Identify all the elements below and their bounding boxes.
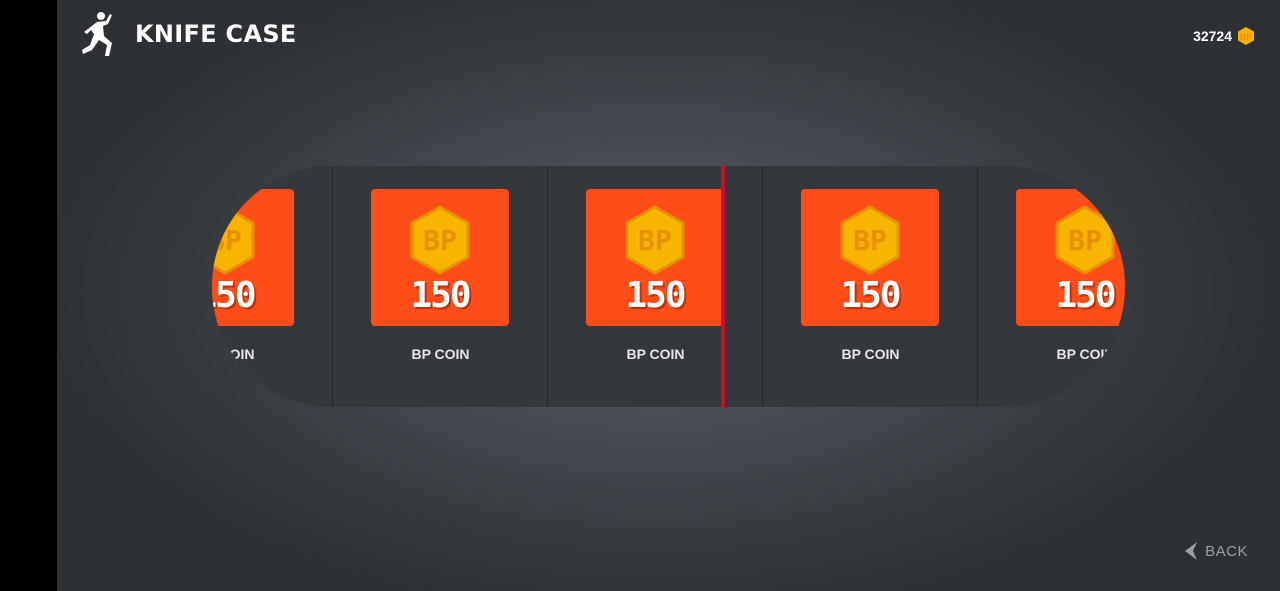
item-label: BP COIN [212, 346, 255, 362]
item-tile: BP 150 [801, 189, 939, 326]
item-label: BP COIN [1056, 346, 1115, 362]
reel-item: BP 150 BP COIN [333, 166, 548, 407]
left-black-bar [0, 0, 57, 591]
bp-coin-icon: BP [212, 205, 255, 275]
back-label: BACK [1205, 542, 1248, 560]
item-amount: 150 [840, 275, 901, 316]
currency-balance: 32724 BP [1193, 26, 1256, 46]
reel-item: BP 150 BP COIN [763, 166, 978, 407]
item-tile: BP 150 [212, 189, 294, 326]
item-amount: 150 [625, 275, 686, 316]
svg-text:BP: BP [212, 224, 242, 257]
item-tile: BP 150 [586, 189, 724, 326]
currency-amount: 32724 [1193, 28, 1232, 44]
game-screen: KNIFE CASE 32724 BP BP 150 BP COIN [57, 0, 1280, 591]
svg-text:BP: BP [853, 224, 887, 257]
bp-coin-icon: BP [840, 205, 900, 275]
svg-text:BP: BP [638, 224, 672, 257]
back-arrow-icon [1185, 542, 1198, 560]
back-button[interactable]: BACK [1183, 541, 1248, 561]
bp-coin-icon: BP [1238, 27, 1254, 45]
item-label: BP COIN [626, 346, 685, 362]
reel-item: BP 150 BP COIN [212, 166, 333, 407]
item-amount: 150 [410, 275, 471, 316]
reel-item: BP 150 BP COIN [978, 166, 1125, 407]
running-player-icon [82, 12, 112, 56]
bp-coin-icon: BP [625, 205, 685, 275]
item-tile: BP 150 [371, 189, 509, 326]
svg-text:BP: BP [423, 224, 457, 257]
item-amount: 150 [212, 275, 257, 316]
reel-track: BP 150 BP COIN BP 150 BP COIN [212, 166, 1125, 407]
reel-item: BP 150 BP COIN [548, 166, 763, 407]
item-label: BP COIN [841, 346, 900, 362]
svg-text:BP: BP [1068, 224, 1102, 257]
case-reel: BP 150 BP COIN BP 150 BP COIN [212, 166, 1125, 407]
page-title: KNIFE CASE [135, 20, 297, 48]
item-tile: BP 150 [1016, 189, 1125, 326]
item-label: BP COIN [411, 346, 470, 362]
bp-coin-icon: BP [1055, 205, 1115, 275]
item-amount: 150 [1055, 275, 1116, 316]
svg-text:BP: BP [1240, 32, 1253, 42]
bp-coin-icon: BP [410, 205, 470, 275]
reel-selection-marker [721, 166, 725, 408]
